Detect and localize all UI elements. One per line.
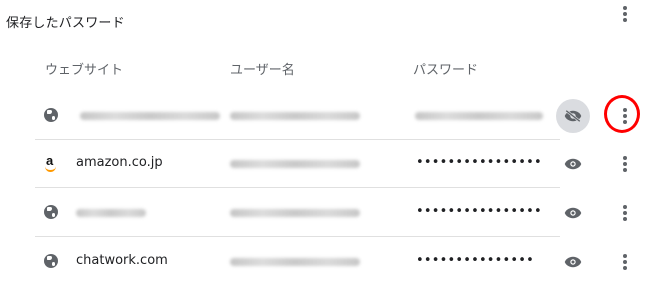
show-password-button[interactable] (556, 245, 590, 279)
eye-icon (564, 207, 582, 219)
hide-password-button[interactable] (556, 99, 590, 133)
column-header-username: ユーザー名 (230, 63, 295, 78)
password-row: chatwork.com ••••••••••••••• (35, 238, 582, 284)
password-masked: •••••••••••••••••• (416, 204, 543, 219)
column-header-password: パスワード (413, 63, 479, 78)
row-more-actions-icon[interactable] (623, 254, 627, 270)
section-title: 保存したパスワード (6, 16, 125, 31)
highlight-annotation-circle (604, 95, 640, 133)
password-masked: •••••••••••••••••• (416, 155, 543, 170)
more-actions-icon[interactable] (623, 6, 627, 22)
site-name-blurred (76, 209, 146, 217)
saved-passwords-panel: 保存したパスワード ウェブサイト ユーザー名 パスワード a amazon.co… (0, 0, 661, 284)
password-masked: ••••••••••••••• (416, 253, 535, 268)
column-header-website: ウェブサイト (45, 63, 124, 78)
show-password-button[interactable] (556, 147, 590, 181)
password-row: •••••••••••••••••• (35, 189, 582, 237)
password-row (35, 92, 590, 140)
site-name: chatwork.com (76, 253, 168, 268)
password-revealed-blurred (415, 112, 543, 120)
globe-icon (44, 205, 58, 219)
row-more-actions-icon[interactable] (623, 205, 627, 221)
username-blurred (230, 112, 360, 120)
password-row: a amazon.co.jp •••••••••••••••••• (35, 140, 582, 188)
username-blurred (230, 209, 360, 217)
globe-icon (44, 254, 58, 268)
eye-icon (564, 158, 582, 170)
username-blurred (230, 160, 360, 168)
globe-icon (44, 108, 58, 122)
show-password-button[interactable] (556, 196, 590, 230)
eye-icon (564, 256, 582, 268)
amazon-logo-icon: a (44, 153, 58, 172)
username-blurred (230, 258, 360, 266)
row-more-actions-icon[interactable] (623, 156, 627, 172)
eye-off-icon (564, 110, 582, 122)
site-name: amazon.co.jp (76, 155, 163, 170)
site-name-blurred (80, 112, 220, 120)
